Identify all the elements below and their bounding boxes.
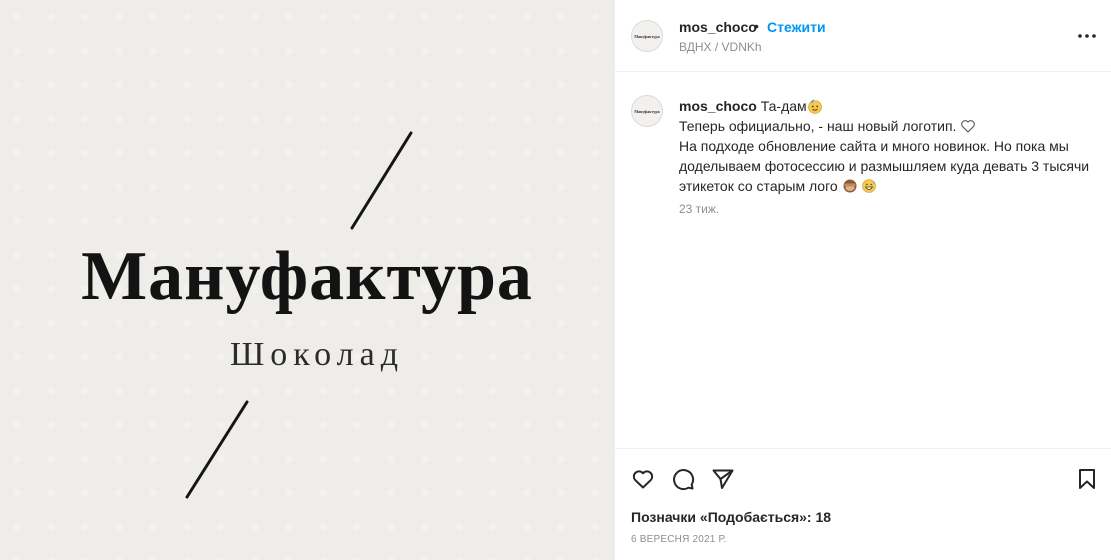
caption-line-1: Та-дам — [760, 98, 807, 114]
header-username[interactable]: mos_choco — [679, 19, 757, 35]
comment-icon[interactable] — [671, 467, 695, 491]
follow-button[interactable]: Стежити — [767, 19, 826, 35]
caption-avatar-text: Мануфактура — [634, 108, 660, 114]
caption-line-2: Теперь официально, - наш новый логотип. — [679, 118, 957, 134]
location-link[interactable]: ВДНХ / VDNKh — [679, 40, 762, 54]
actions-bar: Позначки «Подобається»: 18 6 ВЕРЕСНЯ 202… — [615, 448, 1111, 560]
more-horizontal-icon[interactable] — [1077, 28, 1097, 44]
caption-avatar[interactable]: Мануфактура — [631, 95, 663, 127]
see-no-evil-monkey-icon — [843, 179, 857, 193]
logo-title: Мануфактура — [81, 238, 533, 315]
heart-icon[interactable] — [631, 467, 655, 491]
likes-label: Позначки «Подобається»: — [631, 509, 812, 525]
grinning-sweat-face-icon — [862, 179, 877, 193]
bookmark-icon[interactable] — [1075, 467, 1099, 491]
post-side-panel: Мануфактура mos_choco • Стежити ВДНХ / V… — [614, 0, 1111, 560]
logo-subtitle: Шоколад — [230, 336, 404, 373]
party-face-icon — [807, 99, 822, 114]
post-image[interactable]: Мануфактура Шоколад — [0, 0, 614, 560]
header-separator: • — [754, 18, 759, 34]
paper-plane-icon[interactable] — [711, 467, 735, 491]
caption-timestamp[interactable]: 23 тиж. — [679, 202, 719, 216]
caption-line-4: доделываем фотосессию и размышляем куда … — [679, 158, 1090, 174]
heart-outline-icon — [961, 120, 976, 133]
likes-number: 18 — [815, 509, 832, 525]
post-date[interactable]: 6 ВЕРЕСНЯ 2021 Р. — [631, 534, 726, 545]
caption-line-5: этикеток со старым лого — [679, 178, 838, 194]
caption: mos_choco Та-дам Теперь официально, - на… — [679, 96, 1099, 196]
post-header: Мануфактура mos_choco • Стежити ВДНХ / V… — [615, 0, 1111, 72]
caption-line-3: На подходе обновление сайта и много нови… — [679, 138, 1069, 154]
avatar[interactable]: Мануфактура — [631, 20, 663, 52]
avatar-text: Мануфактура — [634, 33, 660, 39]
likes-count[interactable]: Позначки «Подобається»: 18 — [631, 509, 831, 525]
caption-username[interactable]: mos_choco — [679, 98, 757, 114]
